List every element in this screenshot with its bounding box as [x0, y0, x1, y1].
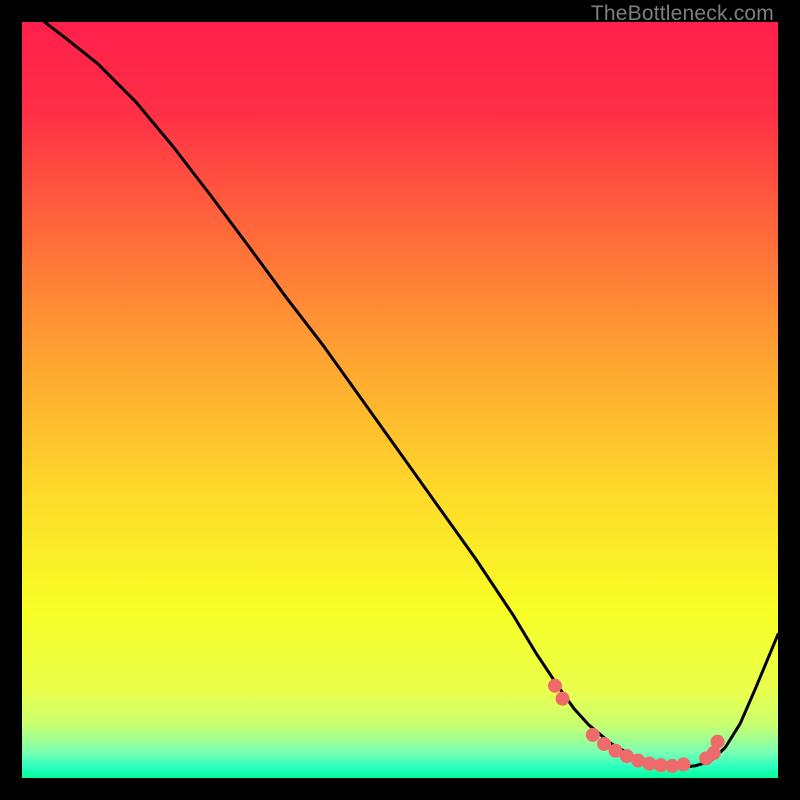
- highlight-dot: [711, 735, 725, 749]
- gradient-background: [22, 22, 778, 778]
- highlight-dot: [548, 679, 562, 693]
- highlight-dot: [556, 692, 570, 706]
- highlight-dot: [586, 728, 600, 742]
- highlight-dot: [677, 757, 691, 771]
- chart-frame: [22, 22, 778, 778]
- bottleneck-chart: [22, 22, 778, 778]
